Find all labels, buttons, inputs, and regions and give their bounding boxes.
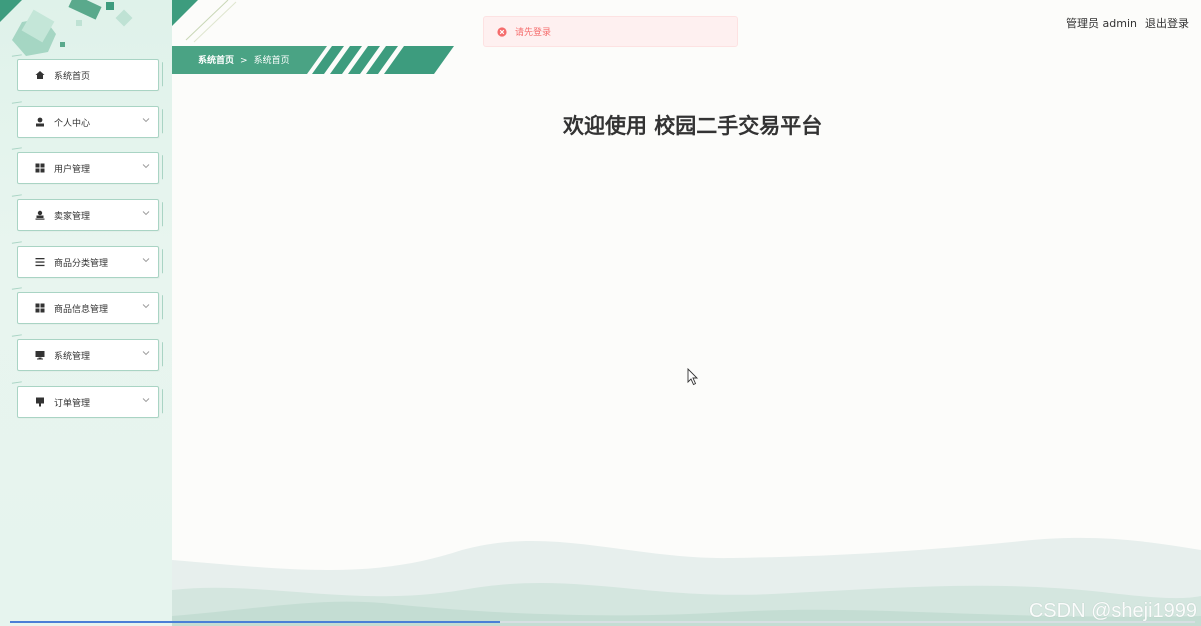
- chevron-down-icon: [142, 164, 150, 169]
- sidebar-item-label: 系统首页: [54, 71, 91, 82]
- sidebar-item-product-management[interactable]: 商品信息管理: [17, 292, 159, 324]
- chevron-down-icon: [142, 398, 150, 403]
- order-icon: [34, 396, 46, 408]
- breadcrumb-current: 系统首页: [253, 56, 290, 66]
- user-icon: [34, 116, 46, 128]
- sidebar-decoration: [0, 0, 133, 56]
- user-area: 管理员 admin 退出登录: [1066, 15, 1189, 31]
- sidebar-item-personal-center[interactable]: 个人中心: [17, 106, 159, 138]
- sidebar-item-label: 系统管理: [54, 351, 91, 362]
- chevron-down-icon: [142, 304, 150, 309]
- app-window: 系统首页 个人中心 用户管理 卖家管理 商品分类管理 商品信息管理 系统管理 订…: [0, 0, 1201, 626]
- monitor-icon: [34, 349, 46, 361]
- sidebar-item-order-management[interactable]: 订单管理: [17, 386, 159, 418]
- sidebar-item-home[interactable]: 系统首页: [17, 59, 159, 91]
- chevron-down-icon: [142, 351, 150, 356]
- breadcrumb: 系统首页 > 系统首页: [198, 53, 290, 66]
- username: admin: [1102, 17, 1137, 30]
- user-role: 管理员: [1066, 17, 1100, 30]
- login-required-alert: 请先登录: [483, 16, 738, 47]
- scroll-indicator: [10, 621, 500, 623]
- breadcrumb-home-link[interactable]: 系统首页: [198, 56, 234, 66]
- list-icon: [34, 256, 46, 268]
- mouse-cursor-icon: [687, 368, 699, 386]
- sidebar-item-label: 商品分类管理: [54, 258, 109, 269]
- sidebar-item-user-management[interactable]: 用户管理: [17, 152, 159, 184]
- watermark: CSDN @sheji1999: [1028, 600, 1197, 622]
- sidebar-item-label: 商品信息管理: [54, 304, 109, 315]
- home-icon: [34, 69, 46, 81]
- chevron-down-icon: [142, 258, 150, 263]
- alert-message: 请先登录: [515, 28, 552, 38]
- sidebar-item-category-management[interactable]: 商品分类管理: [17, 246, 159, 278]
- sidebar-item-seller-management[interactable]: 卖家管理: [17, 199, 159, 231]
- sidebar-item-label: 个人中心: [54, 118, 91, 129]
- grid-icon: [34, 162, 46, 174]
- user-info: 管理员 admin: [1066, 15, 1137, 31]
- breadcrumb-separator: >: [240, 56, 248, 66]
- chevron-down-icon: [142, 211, 150, 216]
- error-circle-icon: [497, 26, 507, 37]
- seller-icon: [34, 209, 46, 221]
- welcome-title: 欢迎使用 校园二手交易平台: [563, 114, 823, 138]
- sidebar-item-system-management[interactable]: 系统管理: [17, 339, 159, 371]
- grid-icon: [34, 302, 46, 314]
- sidebar: 系统首页 个人中心 用户管理 卖家管理 商品分类管理 商品信息管理 系统管理 订…: [0, 0, 172, 626]
- chevron-down-icon: [142, 118, 150, 123]
- sidebar-item-label: 订单管理: [54, 398, 91, 409]
- sidebar-item-label: 用户管理: [54, 164, 91, 175]
- sidebar-item-label: 卖家管理: [54, 211, 91, 222]
- logout-link[interactable]: 退出登录: [1145, 15, 1189, 31]
